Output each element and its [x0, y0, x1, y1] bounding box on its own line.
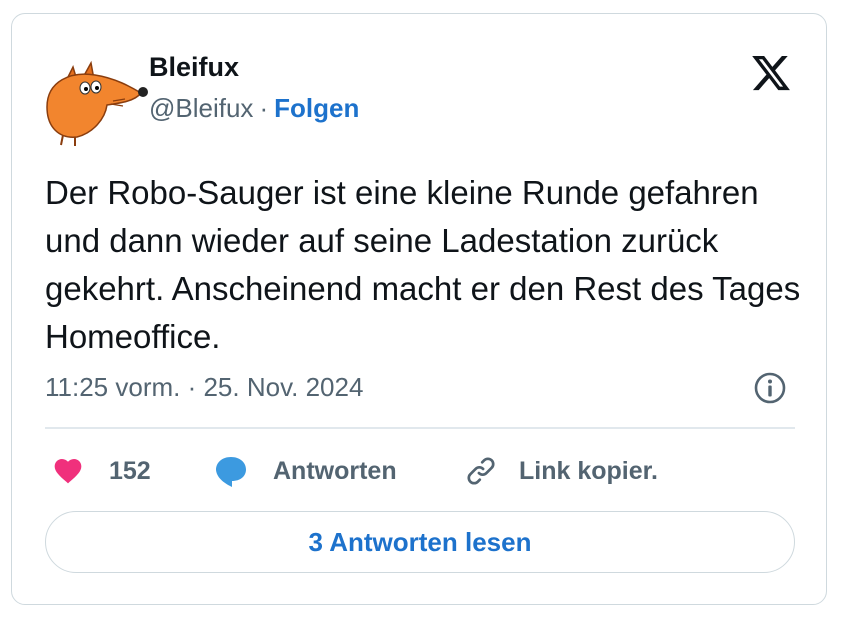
divider	[45, 427, 795, 429]
like-button[interactable]: 152	[51, 449, 151, 493]
read-replies-button[interactable]: 3 Antworten lesen	[45, 511, 795, 573]
speech-bubble-icon	[216, 457, 246, 487]
copy-link-label: Link kopier.	[519, 456, 658, 485]
reply-label: Antworten	[273, 456, 397, 485]
x-logo[interactable]	[750, 52, 792, 94]
handle-row: @Bleifux · Folgen	[149, 93, 359, 124]
tweet-text: Der Robo-Sauger ist eine kleine Runde ge…	[45, 174, 801, 355]
author-handle[interactable]: @Bleifux	[149, 93, 253, 123]
copy-link-button[interactable]: Link kopier.	[463, 449, 658, 493]
tweet-card: Bleifux @Bleifux · Folgen Der Robo-Sauger …	[11, 13, 827, 605]
read-replies-label: 3 Antworten lesen	[308, 526, 532, 557]
reply-button[interactable]: Antworten	[213, 449, 397, 493]
fox-avatar[interactable]	[43, 57, 155, 147]
info-icon[interactable]	[753, 371, 787, 405]
tweet-timestamp[interactable]: 11:25 vorm. · 25. Nov. 2024	[45, 372, 363, 403]
follow-link[interactable]: Folgen	[274, 93, 359, 123]
like-count: 152	[109, 456, 151, 485]
heart-icon	[54, 459, 82, 484]
action-bar: 152 Antworten Link kopier.	[45, 449, 805, 493]
author-name[interactable]: Bleifux	[149, 52, 239, 83]
link-icon	[467, 457, 495, 485]
separator: ·	[259, 93, 269, 123]
